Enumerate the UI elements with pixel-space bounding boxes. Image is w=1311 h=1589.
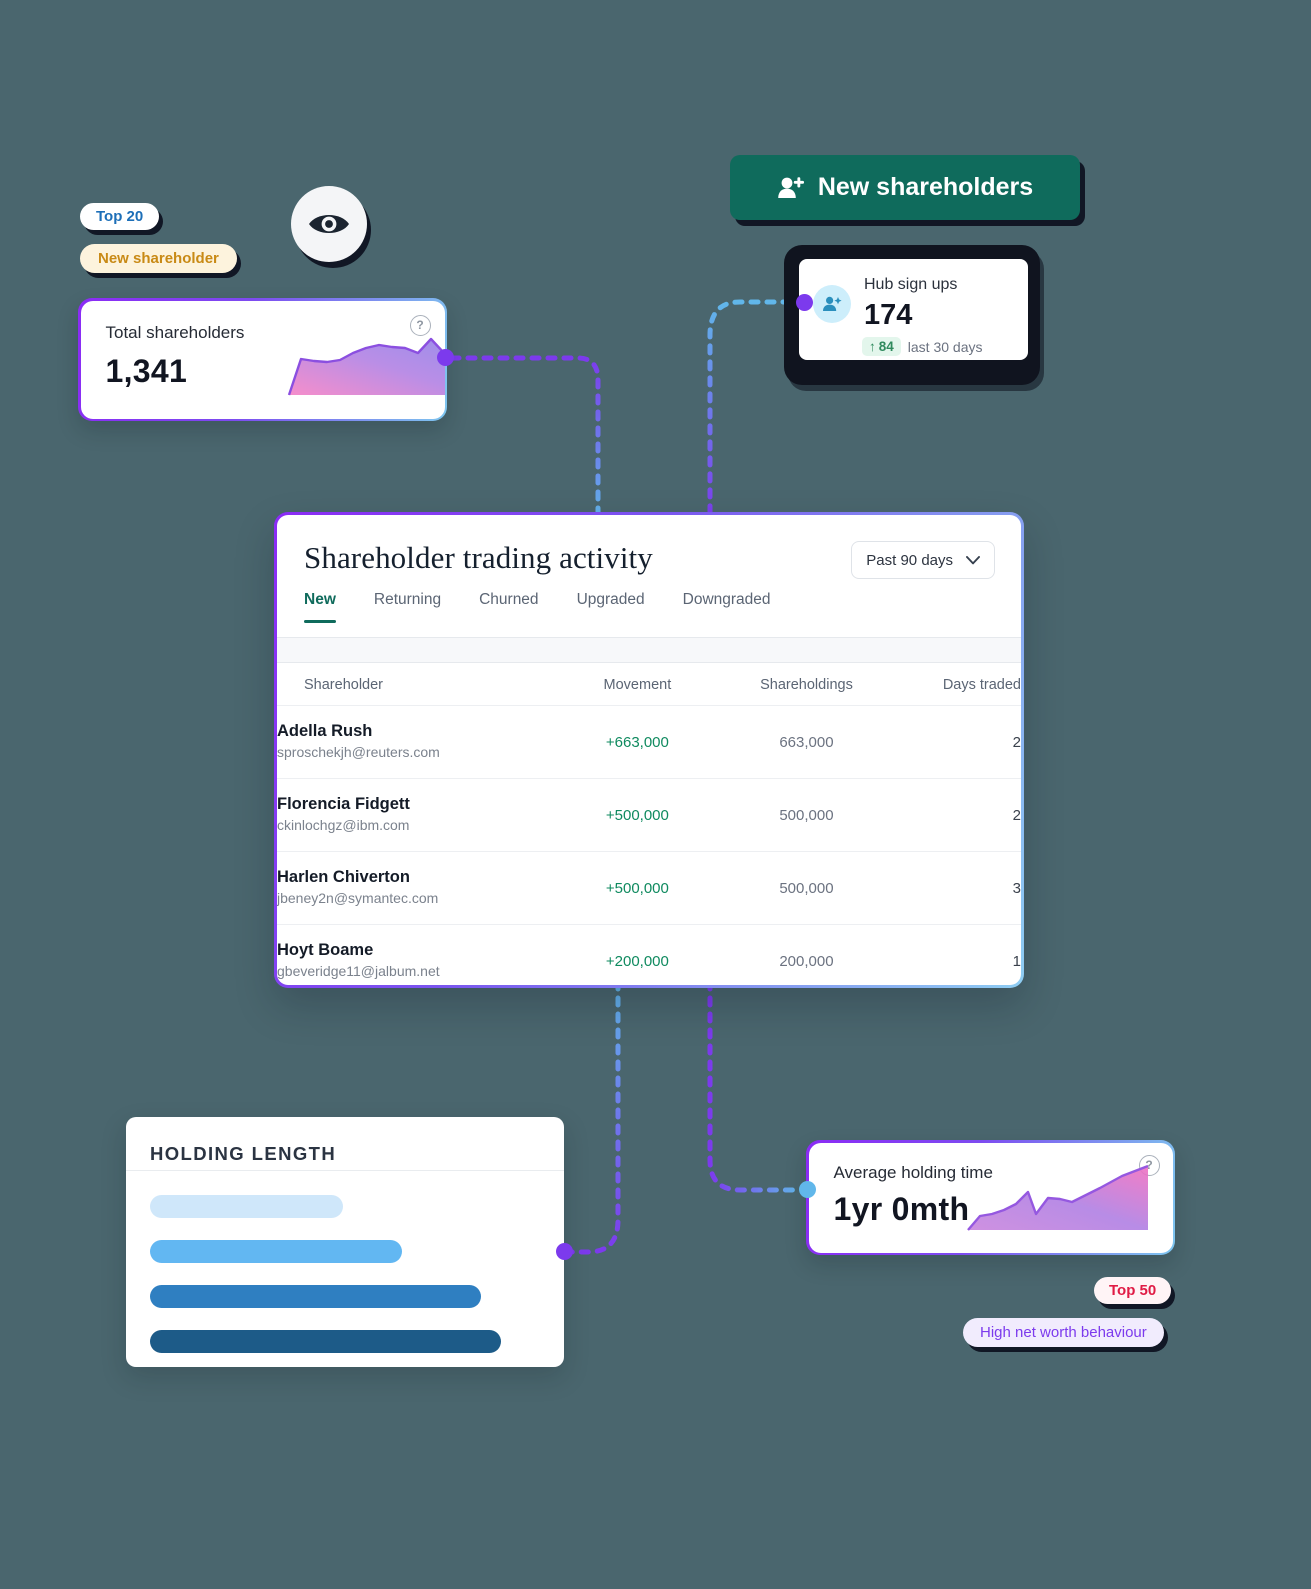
- connector-node-holding-length: [556, 1243, 573, 1260]
- connector-node-average-holding-time: [799, 1181, 816, 1198]
- shareholder-name: Adella Rush: [277, 722, 373, 740]
- bar-1: [150, 1195, 344, 1218]
- delta-note: last 30 days: [907, 338, 983, 355]
- hub-signups-card[interactable]: Hub sign ups 174 ↑ 84 last 30 days: [784, 245, 1040, 385]
- holding-length-card: HOLDING LENGTH: [126, 1117, 564, 1367]
- movement-value: +500,000: [561, 851, 714, 925]
- connector-node-total-shareholders: [437, 349, 454, 366]
- tab-churned[interactable]: Churned: [479, 591, 538, 623]
- shareholder-email: gbeveridge11@jalbum.net: [277, 963, 440, 980]
- total-shareholders-value: 1,341: [105, 352, 188, 389]
- total-shareholders-card[interactable]: Total shareholders 1,341 ?: [78, 298, 447, 421]
- movement-value: +663,000: [561, 704, 714, 779]
- bar-3: [150, 1285, 481, 1308]
- shareholder-trading-activity-card: Shareholder trading activity Past 90 day…: [274, 512, 1024, 988]
- date-range-select[interactable]: Past 90 days: [851, 541, 995, 579]
- shareholder-name: Hoyt Boame: [277, 941, 374, 960]
- shareholdings-value: 500,000: [713, 851, 900, 925]
- connector-node-hub-signups: [796, 294, 813, 311]
- hub-signups-title: Hub sign ups: [864, 276, 958, 293]
- hub-signups-delta: ↑ 84 last 30 days: [862, 337, 983, 356]
- holding-length-title: HOLDING LENGTH: [150, 1143, 337, 1164]
- bar-4: [150, 1330, 501, 1353]
- date-range-value: Past 90 days: [866, 551, 953, 569]
- shareholder-email: ckinlochgz@ibm.com: [277, 817, 410, 834]
- canvas: Top 20 New shareholder New shareholders …: [0, 0, 1311, 1589]
- user-add-icon: [823, 296, 842, 311]
- table-row[interactable]: Florencia Fidgett ckinlochgz@ibm.com +50…: [277, 778, 1021, 852]
- days-traded-value: 2: [899, 704, 1021, 779]
- shareholdings-value: 663,000: [713, 704, 900, 779]
- holding-length-bars: [150, 1195, 544, 1375]
- days-traded-value: 2: [899, 778, 1021, 852]
- hub-signups-value: 174: [864, 299, 913, 331]
- table-row[interactable]: Hoyt Boame gbeveridge11@jalbum.net +200,…: [277, 924, 1021, 985]
- tab-downgraded[interactable]: Downgraded: [683, 591, 771, 623]
- col-shareholder: Shareholder: [304, 677, 383, 693]
- user-add-icon-circle: [813, 285, 851, 323]
- table-row[interactable]: Adella Rush sproschekjh@reuters.com +663…: [277, 704, 1021, 779]
- holding-length-divider: [126, 1170, 564, 1171]
- tag-top-50[interactable]: Top 50: [1094, 1277, 1172, 1304]
- delta-chip: ↑ 84: [862, 337, 901, 356]
- tag-high-net-worth-behaviour[interactable]: High net worth behaviour: [963, 1318, 1164, 1347]
- new-shareholders-button-label: New shareholders: [817, 173, 1034, 201]
- new-shareholders-button[interactable]: New shareholders: [730, 155, 1080, 220]
- tag-new-shareholder[interactable]: New shareholder: [80, 244, 237, 273]
- tab-new[interactable]: New: [304, 591, 336, 623]
- shareholder-name: Florencia Fidgett: [277, 795, 410, 814]
- average-holding-time-card[interactable]: Average holding time 1yr 0mth ?: [806, 1140, 1175, 1255]
- col-days-traded: Days traded: [942, 677, 1021, 693]
- tab-returning[interactable]: Returning: [374, 591, 441, 623]
- movement-value: +200,000: [561, 924, 714, 985]
- tab-bar: New Returning Churned Upgraded Downgrade…: [304, 591, 771, 623]
- col-movement: Movement: [603, 677, 672, 693]
- eye-icon: [309, 215, 349, 233]
- col-shareholdings: Shareholdings: [760, 677, 853, 693]
- page-title: Shareholder trading activity: [304, 540, 653, 575]
- up-arrow-icon: ↑: [869, 339, 876, 354]
- shareholdings-value: 500,000: [713, 778, 900, 852]
- bar-2: [150, 1240, 403, 1263]
- shareholder-name: Harlen Chiverton: [277, 868, 410, 887]
- average-holding-time-value: 1yr 0mth: [833, 1190, 970, 1227]
- shareholders-table: Shareholder Movement Shareholdings Days …: [277, 663, 1021, 985]
- eye-badge[interactable]: [291, 186, 367, 262]
- user-plus-icon: [778, 176, 804, 198]
- chevron-down-icon: [966, 555, 980, 564]
- days-traded-value: 3: [899, 851, 1021, 925]
- table-row[interactable]: Harlen Chiverton jbeney2n@symantec.com +…: [277, 851, 1021, 925]
- shareholdings-value: 200,000: [713, 924, 900, 985]
- average-holding-time-sparkline: [966, 1164, 1148, 1231]
- tag-top-20[interactable]: Top 20: [80, 203, 160, 230]
- tab-upgraded[interactable]: Upgraded: [577, 591, 645, 623]
- total-shareholders-label: Total shareholders: [105, 322, 245, 342]
- shareholder-email: jbeney2n@symantec.com: [277, 890, 439, 907]
- days-traded-value: 1: [899, 924, 1021, 985]
- delta-value: 84: [878, 339, 894, 354]
- table-toolbar-band: [277, 638, 1021, 662]
- table-header-row: Shareholder Movement Shareholdings Days …: [277, 663, 1021, 706]
- movement-value: +500,000: [561, 778, 714, 852]
- total-shareholders-sparkline: [287, 337, 445, 395]
- shareholder-email: sproschekjh@reuters.com: [277, 744, 440, 761]
